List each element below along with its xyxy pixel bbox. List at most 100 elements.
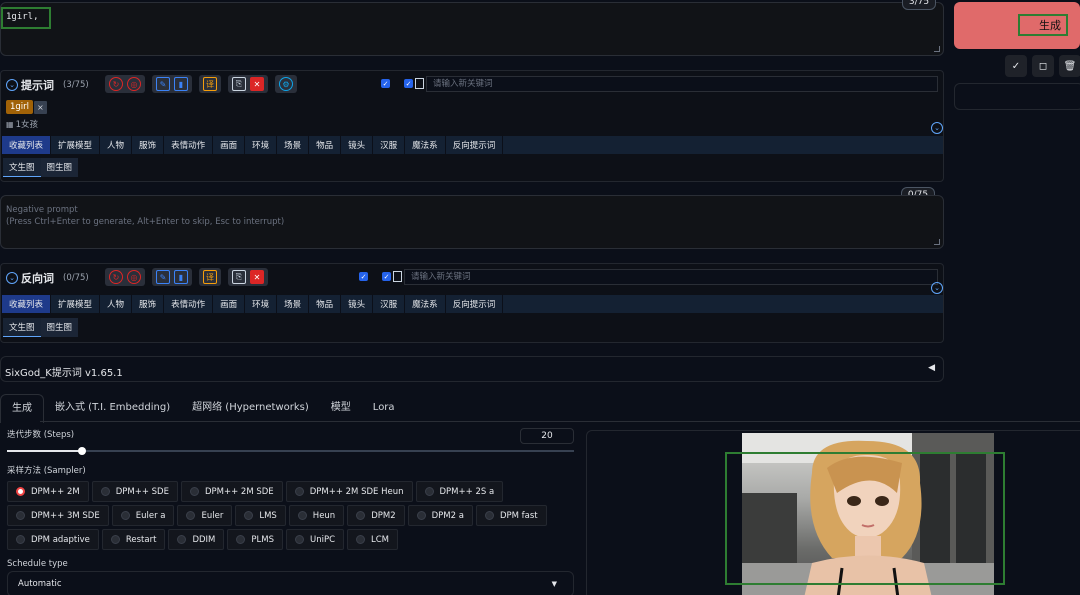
sampler-option[interactable]: DPM++ 2M — [7, 481, 89, 502]
collapse-arrow-icon[interactable]: ◀ — [928, 363, 935, 373]
copy-icon[interactable]: ⎘ — [232, 270, 246, 284]
tab[interactable]: 收藏列表 — [2, 295, 52, 313]
generate-button[interactable]: 生成 — [954, 2, 1080, 49]
keyword-input[interactable]: 请输入新关键词 — [426, 76, 938, 92]
prompt-textarea[interactable]: 1girl, — [0, 2, 944, 56]
copy-icon[interactable]: ⎘ — [232, 77, 246, 91]
sampler-option[interactable]: DPM fast — [475, 505, 547, 526]
sampler-option[interactable]: UniPC — [285, 529, 344, 550]
chevron-down-icon[interactable]: ⌄ — [931, 282, 943, 294]
extension-accordion[interactable]: SixGod_K提示词 v1.65.1 ◀ — [0, 356, 944, 382]
sampler-option[interactable]: DPM++ 2M SDE Heun — [285, 481, 413, 502]
generate-label: 生成 — [1039, 19, 1061, 32]
sampler-option[interactable]: DPM2 — [347, 505, 405, 526]
tab[interactable]: 画面 — [213, 136, 246, 154]
square-icon[interactable]: ◻ — [1032, 55, 1054, 77]
settings-icon[interactable]: ⚙ — [279, 77, 293, 91]
sampler-option[interactable]: DPM++ 2S a — [415, 481, 504, 502]
sampler-option[interactable]: DPM++ 2M SDE — [180, 481, 283, 502]
tab[interactable]: 魔法系 — [405, 136, 446, 154]
delete-icon[interactable]: ✕ — [250, 270, 264, 284]
chevron-down-icon[interactable]: ⌄ — [931, 122, 943, 134]
sampler-option[interactable]: Euler — [177, 505, 233, 526]
keyword-checkbox[interactable]: ✓ — [382, 272, 391, 281]
tab[interactable]: 镜头 — [341, 295, 374, 313]
tab-model[interactable]: 模型 — [320, 394, 362, 423]
tab[interactable]: 物品 — [309, 136, 342, 154]
tab[interactable]: 人物 — [100, 136, 133, 154]
square-icon[interactable] — [393, 271, 402, 282]
sampler-option[interactable]: LCM — [347, 529, 399, 550]
tab[interactable]: 服饰 — [132, 136, 165, 154]
resize-handle[interactable] — [934, 239, 940, 245]
tag-remove-button[interactable]: × — [34, 100, 47, 114]
enable-checkbox[interactable]: ✓ — [359, 272, 368, 281]
square-icon[interactable] — [415, 78, 424, 89]
keyword-input[interactable]: 请输入新关键词 — [404, 269, 938, 285]
tab-generate[interactable]: 生成 — [0, 394, 44, 423]
tab[interactable]: 镜头 — [341, 136, 374, 154]
enable-checkbox[interactable]: ✓ — [381, 79, 390, 88]
subtab[interactable]: 文生图 — [3, 318, 41, 337]
prompt-tag[interactable]: 1girl — [6, 100, 34, 114]
tab[interactable]: 画面 — [213, 295, 246, 313]
styles-dropdown[interactable] — [954, 83, 1080, 110]
tab-lora[interactable]: Lora — [362, 394, 406, 423]
negative-prompt-textarea[interactable]: Negative prompt (Press Ctrl+Enter to gen… — [0, 195, 944, 249]
trash-icon[interactable]: 🗑 — [1059, 55, 1080, 77]
delete-icon[interactable]: ✕ — [250, 77, 264, 91]
bookmark-icon[interactable]: ▮ — [174, 77, 188, 91]
radio-dot-icon — [294, 487, 304, 496]
bookmark-icon[interactable]: ▮ — [174, 270, 188, 284]
tab-hypernetworks[interactable]: 超网络 (Hypernetworks) — [181, 394, 320, 423]
tab[interactable]: 场景 — [277, 136, 310, 154]
tab[interactable]: 汉服 — [373, 295, 406, 313]
random-icon[interactable]: ◎ — [127, 77, 141, 91]
tab[interactable]: 表情动作 — [164, 136, 214, 154]
tab[interactable]: 收藏列表 — [2, 136, 52, 154]
tab[interactable]: 扩展模型 — [51, 295, 101, 313]
keyword-checkbox[interactable]: ✓ — [404, 79, 413, 88]
random-icon[interactable]: ◎ — [127, 270, 141, 284]
sampler-option[interactable]: DPM2 a — [407, 505, 473, 526]
sampler-option[interactable]: Restart — [101, 529, 166, 550]
tab[interactable]: 人物 — [100, 295, 133, 313]
steps-slider-thumb[interactable] — [78, 447, 87, 455]
subtab[interactable]: 图生图 — [40, 158, 79, 177]
sampler-option[interactable]: DPM++ 3M SDE — [7, 505, 109, 526]
sampler-option[interactable]: DPM++ SDE — [91, 481, 178, 502]
translate-icon[interactable]: 译 — [203, 77, 217, 91]
tab-embedding[interactable]: 嵌入式 (T.I. Embedding) — [44, 394, 181, 423]
tab[interactable]: 环境 — [245, 295, 278, 313]
tab[interactable]: 环境 — [245, 136, 278, 154]
chevron-down-icon[interactable]: ⌄ — [6, 79, 18, 91]
resize-handle[interactable] — [934, 46, 940, 52]
tab[interactable]: 反向提示词 — [446, 136, 504, 154]
sampler-option[interactable]: Heun — [288, 505, 345, 526]
tab[interactable]: 表情动作 — [164, 295, 214, 313]
sampler-option[interactable]: DDIM — [168, 529, 225, 550]
subtab[interactable]: 图生图 — [40, 318, 79, 337]
tab[interactable]: 反向提示词 — [446, 295, 504, 313]
sampler-option[interactable]: Euler a — [111, 505, 175, 526]
tab[interactable]: 服饰 — [132, 295, 165, 313]
schedule-select[interactable]: Automatic ▼ — [7, 571, 574, 595]
edit-icon[interactable]: ✎ — [156, 270, 170, 284]
tab[interactable]: 魔法系 — [405, 295, 446, 313]
check-icon[interactable]: ✓ — [1005, 55, 1027, 77]
tab[interactable]: 汉服 — [373, 136, 406, 154]
translate-icon[interactable]: 译 — [203, 270, 217, 284]
sampler-option[interactable]: PLMS — [227, 529, 283, 550]
refresh-icon[interactable]: ↻ — [109, 270, 123, 284]
sampler-option[interactable]: DPM adaptive — [7, 529, 99, 550]
sampler-option[interactable]: LMS — [235, 505, 286, 526]
tab[interactable]: 物品 — [309, 295, 342, 313]
tab[interactable]: 扩展模型 — [51, 136, 101, 154]
chevron-down-icon[interactable]: ⌄ — [6, 272, 18, 284]
subtab[interactable]: 文生图 — [3, 158, 41, 177]
steps-slider-track[interactable] — [7, 447, 574, 455]
edit-icon[interactable]: ✎ — [156, 77, 170, 91]
refresh-icon[interactable]: ↻ — [109, 77, 123, 91]
tab[interactable]: 场景 — [277, 295, 310, 313]
steps-input[interactable]: 20 — [520, 428, 574, 444]
